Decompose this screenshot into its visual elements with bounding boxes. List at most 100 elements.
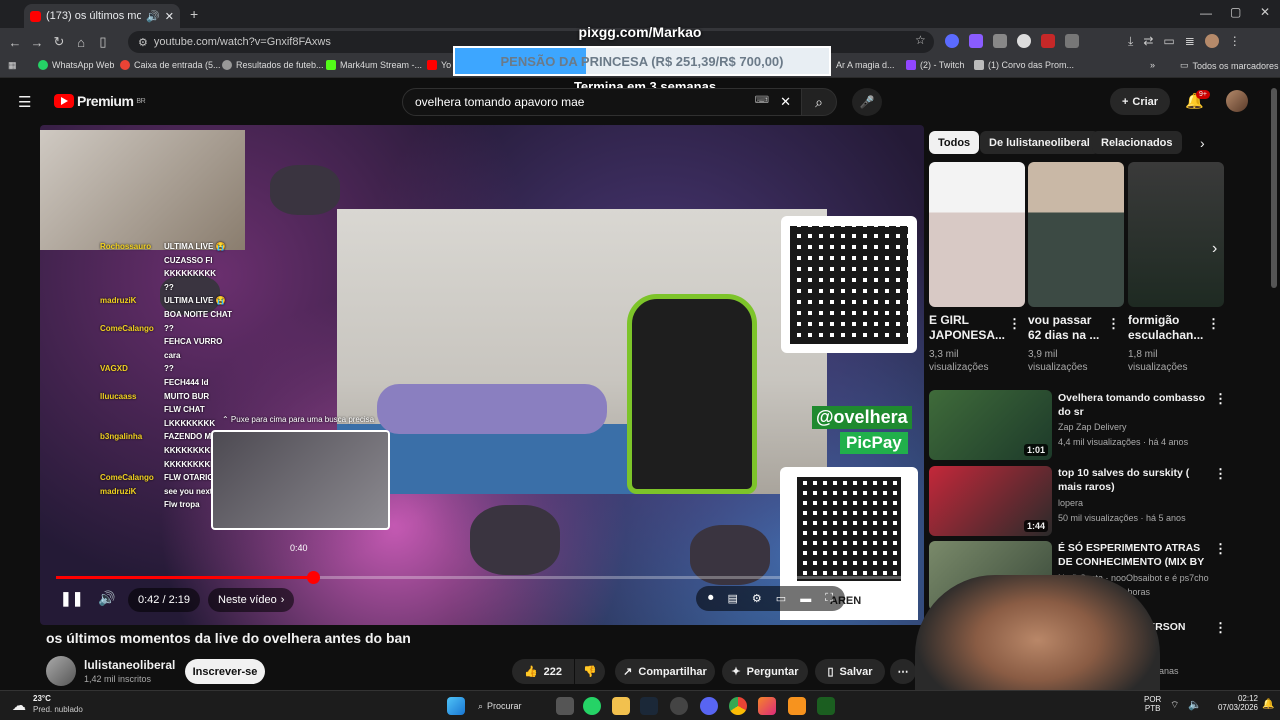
chrome-icon[interactable] bbox=[729, 697, 747, 715]
bookmark-youtube[interactable]: Yo bbox=[427, 60, 451, 70]
theater-mode-icon[interactable]: ▬ bbox=[800, 593, 811, 605]
video-player[interactable]: Rochossauro ULTIMA LIVE 😭 CUZASSO FI KKKKKK… bbox=[40, 125, 924, 625]
wifi-icon[interactable]: ⌔ bbox=[1170, 699, 1179, 712]
bookmark-whatsapp[interactable]: WhatsApp Web bbox=[38, 60, 114, 70]
reload-icon[interactable]: ↻ bbox=[48, 31, 70, 53]
weather-icon[interactable]: ☁ bbox=[12, 697, 26, 714]
hamburger-menu-icon[interactable]: ☰ bbox=[18, 93, 31, 111]
seek-handle[interactable] bbox=[307, 571, 321, 584]
apps-grid-icon[interactable]: ▦ bbox=[8, 60, 17, 71]
short-menu-icon[interactable]: ⋮ bbox=[1008, 316, 1021, 332]
home-icon[interactable]: ⌂ bbox=[70, 31, 92, 53]
short-menu-icon[interactable]: ⋮ bbox=[1107, 316, 1120, 332]
cast-icon[interactable]: ▭ bbox=[1163, 34, 1174, 49]
extension-icon[interactable] bbox=[945, 34, 959, 48]
youtube-premium-logo[interactable]: Premium BR bbox=[54, 93, 146, 109]
window-close-icon[interactable]: ✕ bbox=[1260, 5, 1270, 19]
app-icon[interactable] bbox=[817, 697, 835, 715]
discord-icon[interactable] bbox=[700, 697, 718, 715]
video-channel[interactable]: Zap Zap Delivery bbox=[1058, 421, 1218, 434]
create-button[interactable]: + Criar bbox=[1110, 88, 1170, 115]
extension-icon[interactable] bbox=[1041, 34, 1055, 48]
video-thumbnail[interactable]: 1:44 bbox=[929, 466, 1052, 536]
pause-button[interactable]: ❚❚ bbox=[60, 590, 83, 607]
bookmark-twitch[interactable]: (2) - Twitch bbox=[906, 60, 964, 70]
volume-button[interactable]: 🔊 bbox=[98, 590, 115, 607]
video-channel[interactable]: lopera bbox=[1058, 497, 1218, 510]
video-menu-icon[interactable]: ⋮ bbox=[1214, 541, 1227, 557]
chips-next-icon[interactable]: › bbox=[1200, 135, 1205, 151]
like-button[interactable]: 👍 222 bbox=[512, 659, 574, 684]
seek-bar[interactable] bbox=[56, 571, 908, 584]
system-clock[interactable]: 02:12 07/03/2026 bbox=[1210, 694, 1258, 712]
video-thumbnail[interactable]: 1:01 bbox=[929, 390, 1052, 460]
file-explorer-icon[interactable] bbox=[612, 697, 630, 715]
windows-start-icon[interactable] bbox=[447, 697, 465, 715]
account-avatar[interactable] bbox=[1226, 90, 1248, 112]
short-title[interactable]: E GIRL JAPONESA... bbox=[929, 313, 1007, 343]
chip-related[interactable]: Relacionados bbox=[1092, 131, 1182, 154]
short-title[interactable]: vou passar 62 dias na ... bbox=[1028, 313, 1106, 343]
translate-icon[interactable]: ⇄ bbox=[1143, 34, 1153, 49]
video-menu-icon[interactable]: ⋮ bbox=[1214, 466, 1227, 482]
extension-icon[interactable] bbox=[1017, 34, 1031, 48]
minimize-icon[interactable]: — bbox=[1200, 6, 1212, 20]
ask-button[interactable]: ✦ Perguntar bbox=[722, 659, 808, 684]
bookmark-corvo[interactable]: (1) Corvo das Prom... bbox=[974, 60, 1074, 70]
browser-tab[interactable]: (173) os últimos momentos 🔊 ✕ bbox=[24, 4, 180, 28]
video-title-link[interactable]: top 10 salves do surskity ( mais raros) bbox=[1058, 466, 1208, 494]
extension-icon[interactable] bbox=[969, 34, 983, 48]
browser-menu-icon[interactable]: ⋮ bbox=[1229, 34, 1241, 49]
github-icon[interactable] bbox=[670, 697, 688, 715]
short-thumbnail[interactable] bbox=[1128, 162, 1224, 307]
back-icon[interactable]: ← bbox=[4, 31, 26, 53]
autoplay-toggle-icon[interactable]: ⏺ bbox=[708, 592, 714, 605]
bookmark-star-icon[interactable]: ☆ bbox=[915, 33, 926, 47]
task-view-icon[interactable] bbox=[556, 697, 574, 715]
settings-gear-icon[interactable]: ⚙ bbox=[752, 592, 762, 605]
bookmarks-overflow-icon[interactable]: » bbox=[1150, 60, 1155, 70]
instagram-icon[interactable] bbox=[758, 697, 776, 715]
all-bookmarks-folder[interactable]: ▭ Todos os marcadores bbox=[1180, 60, 1279, 71]
share-button[interactable]: ↗ Compartilhar bbox=[615, 659, 715, 684]
extension-icon[interactable] bbox=[993, 34, 1007, 48]
save-button[interactable]: ▯ Salvar bbox=[815, 659, 885, 684]
app-icon[interactable] bbox=[788, 697, 806, 715]
maximize-icon[interactable]: ▢ bbox=[1230, 5, 1241, 19]
chip-all[interactable]: Todos bbox=[929, 131, 980, 154]
voice-search-button[interactable]: 🎤 bbox=[852, 88, 882, 116]
dislike-button[interactable]: 👎 bbox=[575, 659, 605, 684]
chip-from-channel[interactable]: De lulistaneoliberal bbox=[980, 131, 1099, 154]
page-scrollbar[interactable] bbox=[1271, 88, 1277, 288]
short-thumbnail[interactable] bbox=[929, 162, 1025, 307]
subtitles-icon[interactable]: ▤ bbox=[728, 592, 738, 605]
bookmark-magia[interactable]: Ar A magia d... bbox=[836, 60, 895, 70]
short-thumbnail[interactable] bbox=[1028, 162, 1124, 307]
forward-icon[interactable]: → bbox=[26, 31, 48, 53]
puzzle-icon[interactable] bbox=[1065, 34, 1079, 48]
volume-icon[interactable]: 🔈 bbox=[1188, 698, 1202, 711]
steam-icon[interactable] bbox=[640, 697, 658, 715]
whatsapp-taskbar-icon[interactable] bbox=[583, 697, 601, 715]
video-title-link[interactable]: Ovelhera tomando combasso do sr bbox=[1058, 391, 1208, 419]
video-menu-icon[interactable]: ⋮ bbox=[1214, 391, 1227, 407]
site-info-icon[interactable]: ⚙ bbox=[138, 36, 148, 49]
tab-close-icon[interactable]: ✕ bbox=[165, 10, 174, 23]
tab-audio-icon[interactable]: 🔊 bbox=[146, 10, 160, 23]
clear-search-icon[interactable]: ✕ bbox=[780, 94, 791, 110]
miniplayer-icon[interactable]: ▭ bbox=[776, 592, 786, 605]
bookmark-futebol[interactable]: Resultados de futeb... bbox=[222, 60, 324, 70]
new-tab-icon[interactable]: + bbox=[190, 6, 198, 22]
subscribe-button[interactable]: Inscrever-se bbox=[185, 659, 265, 684]
search-button[interactable]: ⌕ bbox=[801, 88, 837, 116]
download-icon[interactable]: ⤓ bbox=[1128, 34, 1133, 49]
reading-list-icon[interactable]: ≣ bbox=[1185, 34, 1195, 49]
more-actions-button[interactable]: ⋯ bbox=[890, 659, 916, 684]
channel-avatar[interactable] bbox=[46, 656, 76, 686]
search-input[interactable]: ovelhera tomando apavoro mae ⌨ ✕ bbox=[402, 88, 802, 116]
bookmark-gmail[interactable]: Caixa de entrada (5... bbox=[120, 60, 221, 70]
keyboard-icon[interactable]: ⌨ bbox=[755, 95, 769, 106]
chapters-button[interactable]: Neste vídeo › bbox=[208, 588, 295, 612]
split-view-icon[interactable]: ▯ bbox=[92, 31, 114, 53]
short-menu-icon[interactable]: ⋮ bbox=[1207, 316, 1220, 332]
